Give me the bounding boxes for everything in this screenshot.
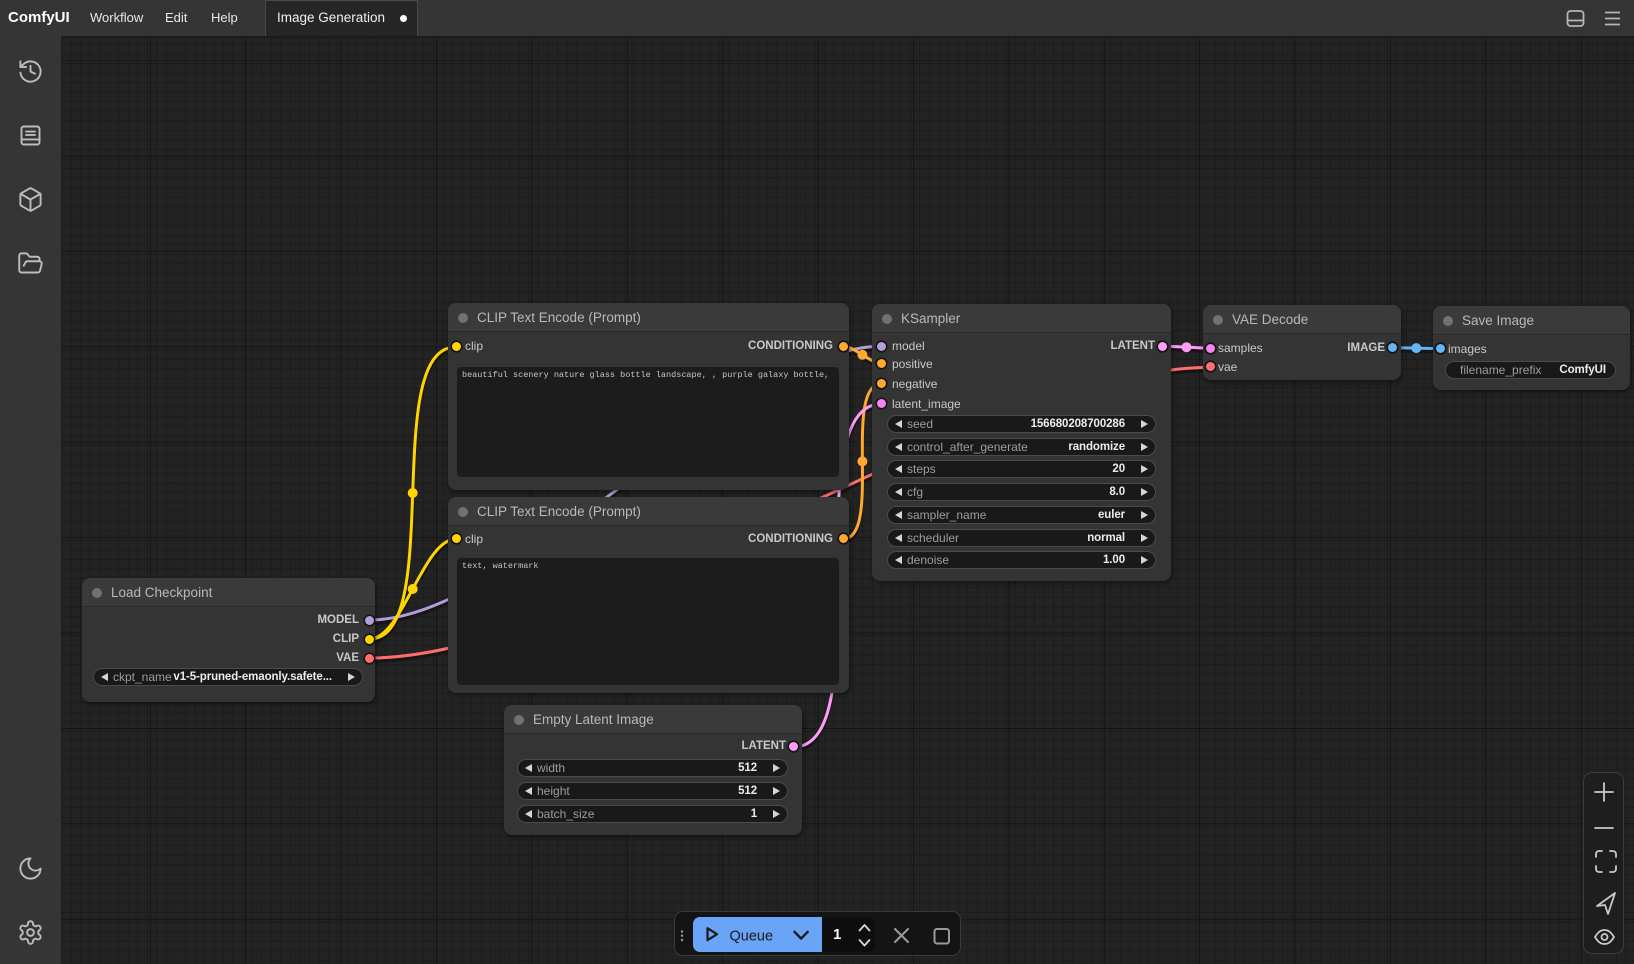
svg-text:Queue: Queue <box>730 928 774 944</box>
